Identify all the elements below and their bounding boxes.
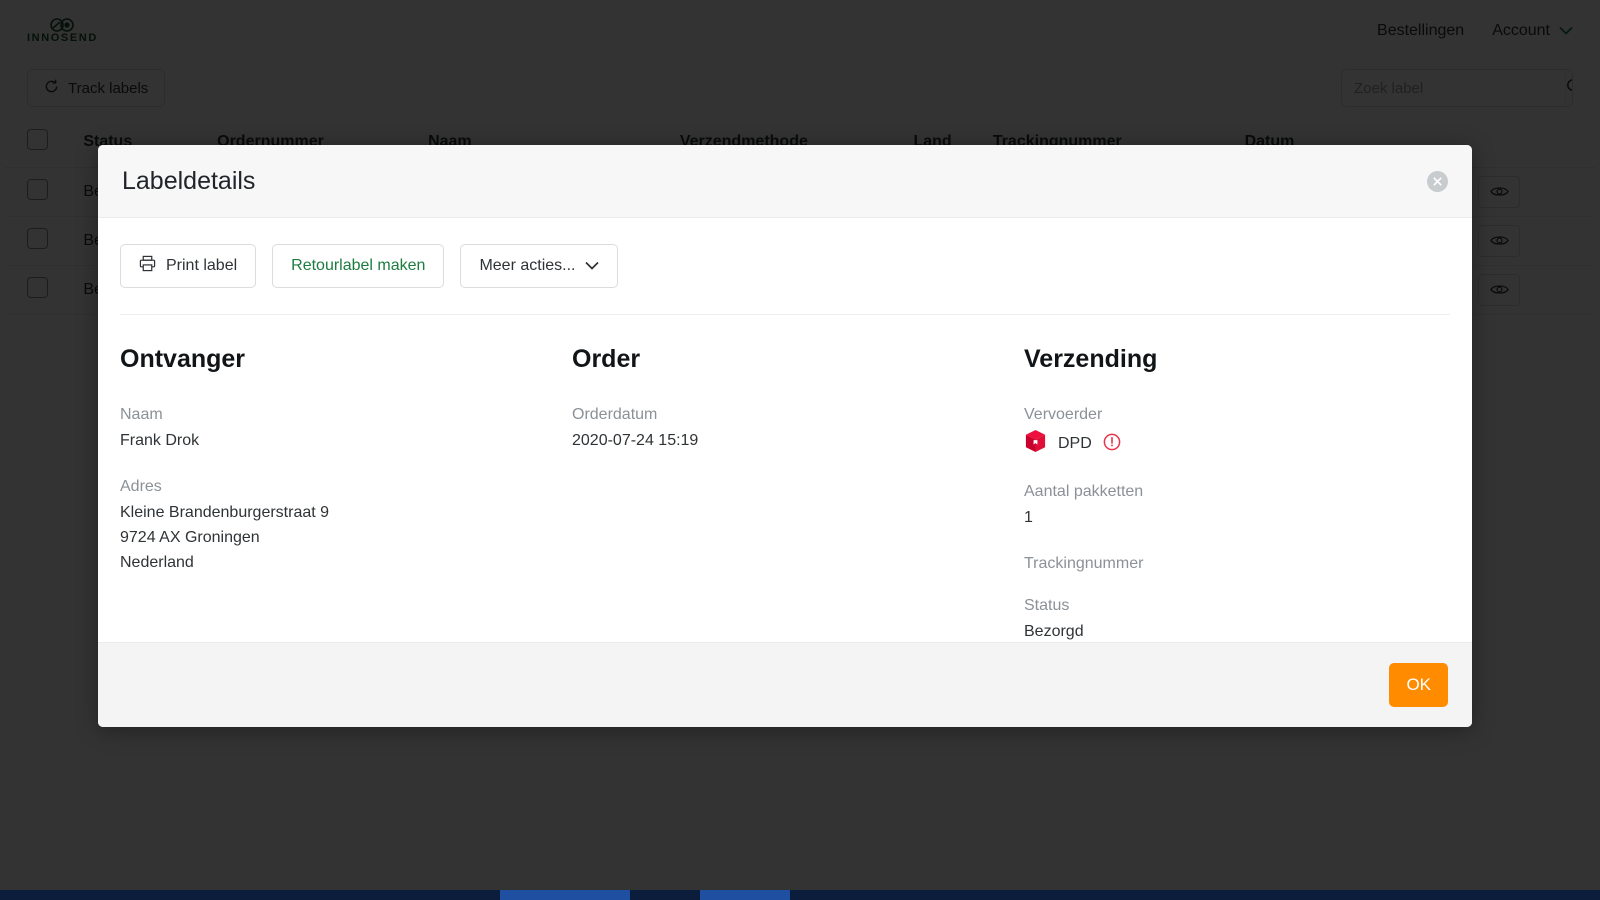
tracking-label: Trackingnummer <box>1024 555 1472 573</box>
label-details-modal: Labeldetails Print label Reto <box>98 145 1472 727</box>
recipient-address-line3: Nederland <box>120 551 572 576</box>
packages-label: Aantal pakketten <box>1024 483 1472 501</box>
modal-title: Labeldetails <box>122 167 255 196</box>
close-icon[interactable] <box>1427 171 1448 192</box>
packages-value: 1 <box>1024 506 1472 531</box>
order-date-field: Orderdatum 2020-07-24 15:19 <box>572 406 1024 454</box>
shipment-heading: Verzending <box>1024 345 1472 374</box>
status-field: Status Bezorgd <box>1024 597 1472 642</box>
order-date-label: Orderdatum <box>572 406 1024 424</box>
shipment-section: Verzending Vervoerder DPD <box>1024 345 1472 642</box>
ok-button[interactable]: OK <box>1389 663 1448 707</box>
create-return-label-text: Retourlabel maken <box>291 257 425 275</box>
warning-exclamation-icon[interactable] <box>1103 433 1121 456</box>
modal-actions-row: Print label Retourlabel maken Meer actie… <box>120 218 1450 315</box>
recipient-address-line2: 9724 AX Groningen <box>120 526 572 551</box>
recipient-section: Ontvanger Naam Frank Drok Adres Kleine B… <box>120 345 572 642</box>
print-label-text: Print label <box>166 257 237 275</box>
recipient-address-line1: Kleine Brandenburgerstraat 9 <box>120 501 572 526</box>
modal-header: Labeldetails <box>98 145 1472 218</box>
chevron-down-icon <box>585 257 599 275</box>
order-heading: Order <box>572 345 1024 374</box>
recipient-address-label: Adres <box>120 478 572 496</box>
status-label: Status <box>1024 597 1472 615</box>
dpd-parcel-icon <box>1024 429 1047 459</box>
modal-columns: Ontvanger Naam Frank Drok Adres Kleine B… <box>120 315 1450 642</box>
desktop-taskbar-strip <box>0 890 1600 900</box>
more-actions-dropdown[interactable]: Meer acties... <box>460 244 618 288</box>
recipient-address-field: Adres Kleine Brandenburgerstraat 9 9724 … <box>120 478 572 576</box>
order-date-value: 2020-07-24 15:19 <box>572 429 1024 454</box>
recipient-name-label: Naam <box>120 406 572 424</box>
more-actions-text: Meer acties... <box>479 257 575 275</box>
carrier-label: Vervoerder <box>1024 406 1472 424</box>
modal-footer: OK <box>98 642 1472 727</box>
status-value: Bezorgd <box>1024 620 1472 642</box>
carrier-value-row: DPD <box>1024 429 1472 459</box>
recipient-heading: Ontvanger <box>120 345 572 374</box>
modal-body: Print label Retourlabel maken Meer actie… <box>98 218 1472 642</box>
order-section: Order Orderdatum 2020-07-24 15:19 <box>572 345 1024 642</box>
print-label-button[interactable]: Print label <box>120 244 256 288</box>
create-return-label-button[interactable]: Retourlabel maken <box>272 244 444 288</box>
printer-icon <box>139 255 156 277</box>
recipient-name-value: Frank Drok <box>120 429 572 454</box>
recipient-name-field: Naam Frank Drok <box>120 406 572 454</box>
packages-field: Aantal pakketten 1 <box>1024 483 1472 531</box>
carrier-value: DPD <box>1058 432 1092 457</box>
tracking-field: Trackingnummer <box>1024 555 1472 573</box>
carrier-field: Vervoerder DPD <box>1024 406 1472 459</box>
